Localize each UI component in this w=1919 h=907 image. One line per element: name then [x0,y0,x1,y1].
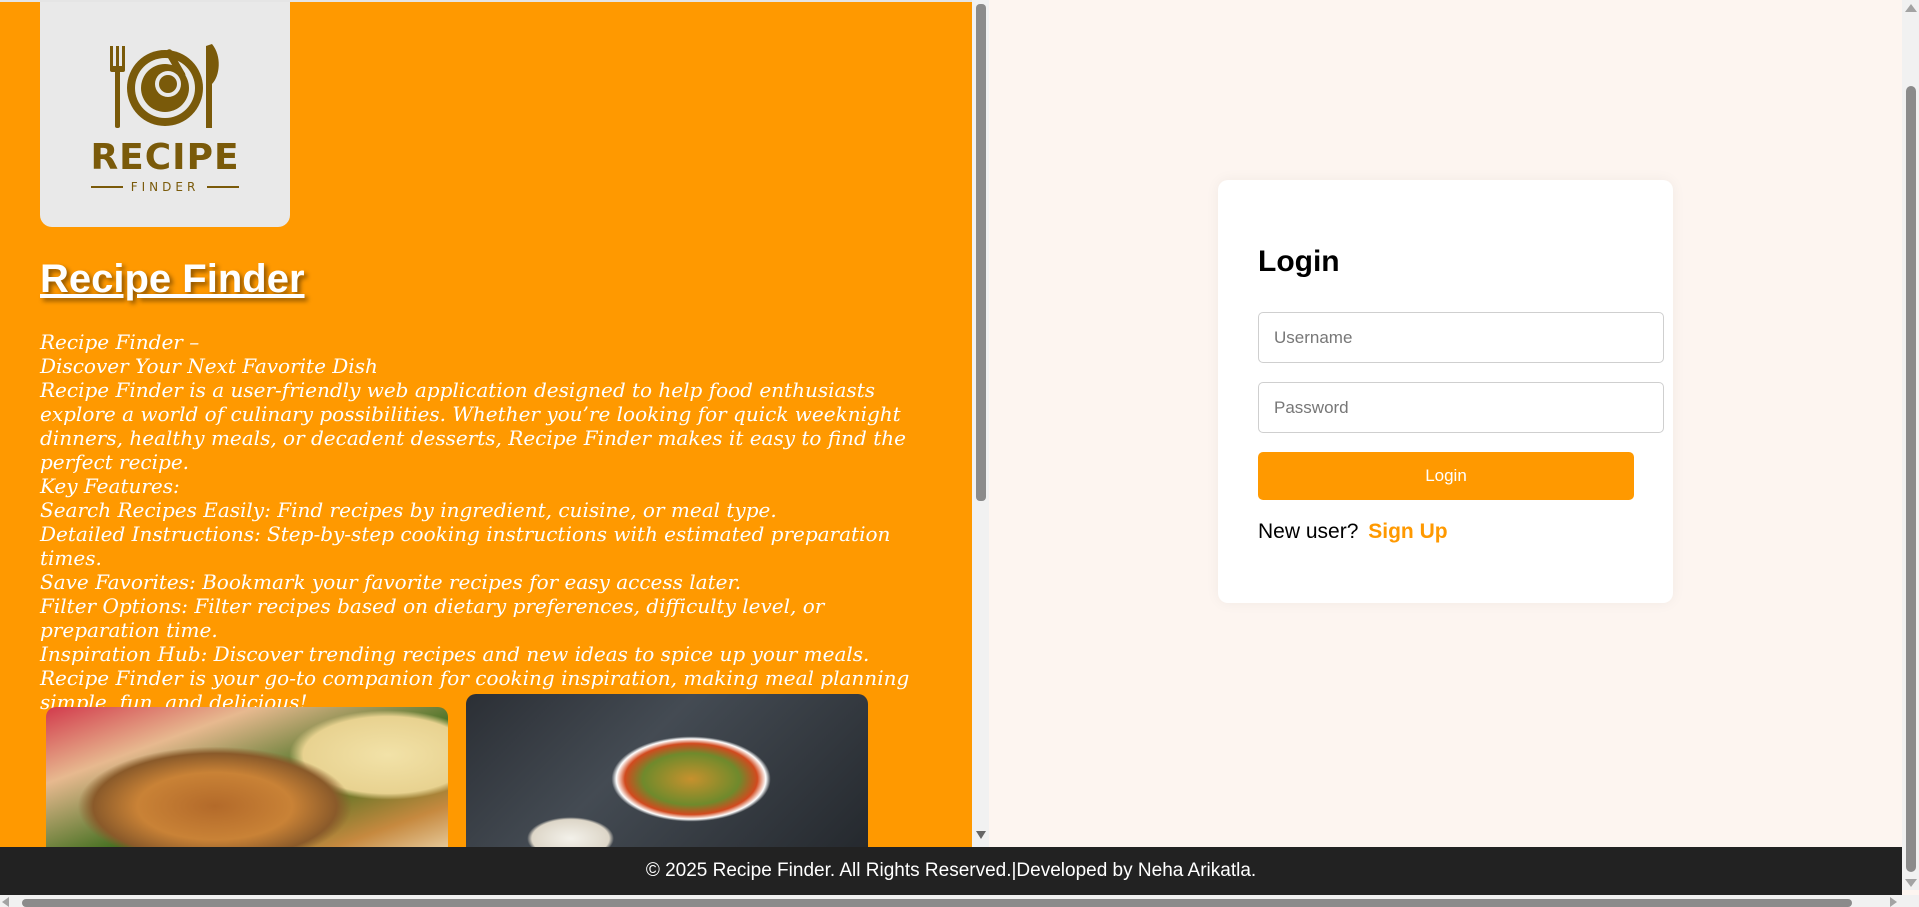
food-image-rice-bowl [466,694,868,847]
description-line: Search Recipes Easily: Find recipes by i… [40,498,777,522]
logo: RECIPE FINDER [40,2,290,227]
scroll-down-arrow-icon[interactable] [1905,879,1917,887]
site-title: Recipe Finder [40,257,305,301]
logo-word: RECIPE [90,136,240,178]
logo-sub-text: FINDER [130,179,200,194]
description-line: Recipe Finder – [40,330,200,354]
description-line: Recipe Finder is a user-friendly web app… [40,378,906,474]
description-line: Filter Options: Filter recipes based on … [40,594,825,642]
password-input[interactable] [1258,382,1664,433]
signup-row: New user? Sign Up [1258,520,1448,544]
new-user-text: New user? [1258,520,1359,543]
site-description: Recipe Finder – Discover Your Next Favor… [40,330,940,714]
login-heading: Login [1258,245,1340,278]
login-button[interactable]: Login [1258,452,1634,500]
scroll-right-arrow-icon[interactable] [1890,897,1897,907]
scroll-up-arrow-icon[interactable] [1905,4,1917,12]
logo-divider [90,185,123,188]
username-input[interactable] [1258,312,1664,363]
description-line: Detailed Instructions: Step-by-step cook… [40,522,891,570]
page-vertical-scrollbar-thumb[interactable] [1906,86,1916,872]
description-line: Inspiration Hub: Discover trending recip… [40,642,870,666]
logo-subtitle: FINDER [90,179,240,194]
logo-divider [207,185,240,188]
signup-link[interactable]: Sign Up [1368,520,1447,543]
hero-panel: RECIPE FINDER Recipe Finder Recipe Finde… [0,0,972,847]
footer-text: © 2025 Recipe Finder. All Rights Reserve… [645,860,1257,881]
hero-scrollbar-thumb[interactable] [976,4,986,501]
footer: © 2025 Recipe Finder. All Rights Reserve… [0,847,1902,895]
description-line: Save Favorites: Bookmark your favorite r… [40,570,742,594]
fork-plate-knife-icon [110,43,219,128]
description-line: Key Features: [40,474,180,498]
description-line: Discover Your Next Favorite Dish [40,354,378,378]
page-horizontal-scrollbar-thumb[interactable] [22,899,1852,907]
scroll-left-arrow-icon[interactable] [2,897,9,907]
scroll-down-arrow-icon[interactable] [976,831,986,839]
login-card: Login Login New user? Sign Up [1218,180,1673,603]
food-image-rice-dish [46,707,448,847]
